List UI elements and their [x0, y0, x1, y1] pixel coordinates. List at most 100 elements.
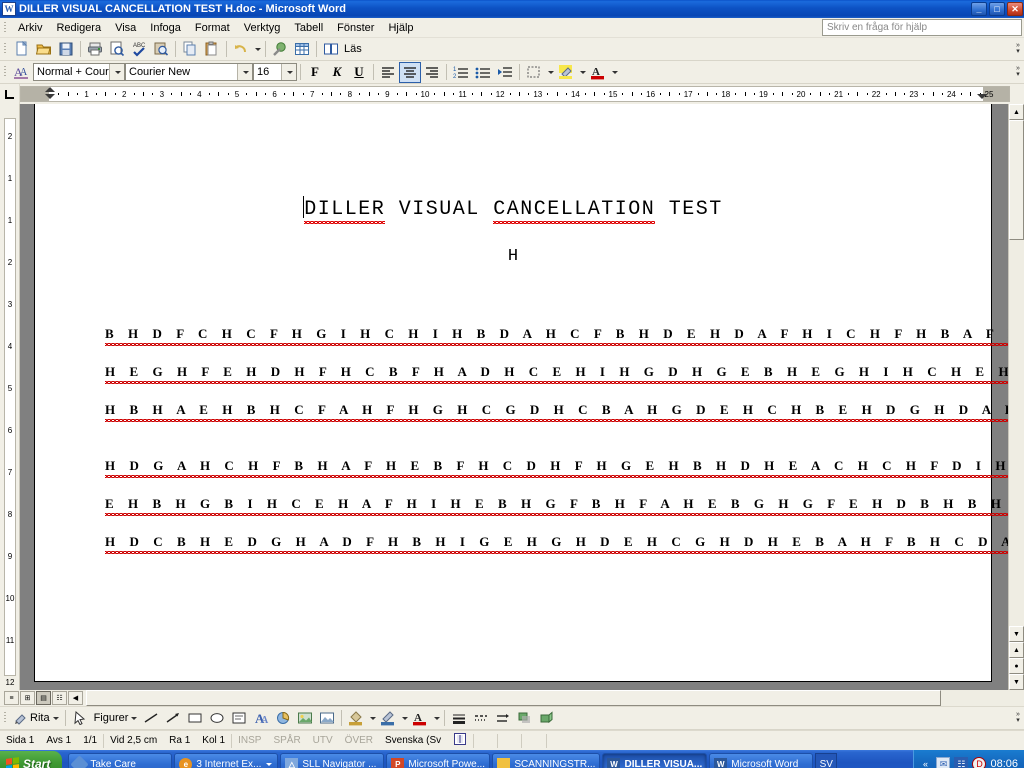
font-color-dropdown-arrow-icon[interactable] — [609, 62, 619, 83]
tab-stop-selector[interactable] — [0, 84, 20, 104]
taskbar-item-take-care[interactable]: Take Care — [68, 753, 173, 768]
status-language[interactable]: Svenska (Sv — [379, 735, 447, 746]
vertical-scrollbar-thumb[interactable] — [1009, 120, 1024, 240]
language-bar-button[interactable]: SV — [815, 753, 838, 768]
status-mode-over[interactable]: ÖVER — [339, 735, 379, 746]
align-center-icon[interactable] — [399, 61, 421, 83]
oval-icon[interactable] — [206, 708, 228, 729]
menu-grip[interactable] — [1, 20, 9, 36]
bulleted-list-icon[interactable] — [472, 62, 494, 83]
letter-row[interactable]: H B H A E H B H C F A H F H G H C G D H … — [35, 402, 1008, 422]
taskbar-item-microsoft-word[interactable]: W Microsoft Word — [709, 753, 814, 768]
numbered-list-icon[interactable]: 12 — [450, 62, 472, 83]
arrow-icon[interactable] — [162, 708, 184, 729]
font-color-icon[interactable]: A — [587, 62, 609, 83]
undo-dropdown-arrow-icon[interactable] — [252, 39, 262, 60]
3d-style-icon[interactable] — [536, 708, 558, 729]
menu-format[interactable]: Format — [188, 20, 237, 36]
letter-row[interactable]: E H B H G B I H C E H A F H I H E B H G … — [35, 496, 1008, 516]
open-folder-icon[interactable] — [33, 39, 55, 60]
network-icon[interactable]: ☷ — [954, 757, 969, 768]
print-preview-icon[interactable] — [106, 39, 128, 60]
previous-page-button[interactable]: ▲ — [1009, 642, 1024, 658]
research-icon[interactable] — [150, 39, 172, 60]
bold-button[interactable]: F — [304, 62, 326, 83]
line-style-icon[interactable] — [448, 708, 470, 729]
highlight-dropdown-arrow-icon[interactable] — [577, 62, 587, 83]
spellcheck-icon[interactable]: ABC — [128, 39, 150, 60]
draw-dropdown-arrow-icon[interactable] — [52, 716, 59, 720]
menu-fonster[interactable]: Fönster — [330, 20, 381, 36]
scroll-up-button[interactable]: ▲ — [1009, 104, 1024, 120]
formatting-toolbar-overflow-button[interactable]: » ▾ — [1012, 62, 1024, 83]
horizontal-scrollbar-track[interactable] — [86, 690, 1024, 706]
new-document-icon[interactable] — [11, 39, 33, 60]
right-indent-marker[interactable] — [977, 94, 987, 99]
vertical-scrollbar[interactable]: ▲ ▼ ▲ ● ▼ — [1008, 104, 1024, 690]
font-dropdown-arrow-icon[interactable] — [237, 64, 252, 80]
font-combobox[interactable]: Courier New — [125, 63, 253, 81]
document-page[interactable]: DILLER VISUAL CANCELLATION TEST H B H D … — [34, 104, 1008, 682]
taskbar-item-internet-explorer[interactable]: e 3 Internet Ex... — [174, 753, 279, 768]
taskbar-item-diller-visual[interactable]: W DILLER VISUA... — [602, 753, 708, 768]
increase-indent-icon[interactable] — [494, 62, 516, 83]
select-browse-object-button[interactable]: ● — [1009, 658, 1024, 674]
font-color-dropdown-arrow-icon[interactable] — [431, 708, 441, 729]
document-subtitle[interactable]: H — [35, 247, 991, 266]
draw-menu-button[interactable]: Rita — [11, 711, 62, 725]
line-color-icon[interactable] — [377, 708, 399, 729]
autoshapes-menu-button[interactable]: Figurer — [91, 712, 141, 724]
font-size-combobox[interactable]: 16 — [253, 63, 297, 81]
clipart-icon[interactable] — [294, 708, 316, 729]
letter-row[interactable]: H D C B H E D G H A D F H B H I G E H G … — [35, 534, 1008, 554]
standard-toolbar-overflow-button[interactable]: » ▾ — [1012, 39, 1024, 60]
standard-toolbar-grip[interactable] — [1, 41, 9, 57]
taskbar-item-scanningstr[interactable]: SCANNINGSTR... — [492, 753, 601, 768]
maximize-button[interactable]: □ — [989, 2, 1005, 16]
next-page-button[interactable]: ▼ — [1009, 674, 1024, 690]
borders-icon[interactable] — [523, 62, 545, 83]
mail-icon[interactable]: ✉ — [936, 757, 951, 768]
scroll-down-button[interactable]: ▼ — [1009, 626, 1024, 642]
italic-button[interactable]: K — [326, 62, 348, 83]
spellcheck-status-icon[interactable] — [447, 732, 473, 749]
normal-view-button[interactable]: ≡ — [4, 691, 19, 705]
outline-view-button[interactable]: ☷ — [52, 691, 67, 705]
rectangle-icon[interactable] — [184, 708, 206, 729]
menu-visa[interactable]: Visa — [108, 20, 143, 36]
horizontal-ruler[interactable]: 1 2 3 4 5 6 7 8 9 10 11 12 13 14 15 16 17 18 19 20 21 22 23 24 2… — [20, 86, 1010, 102]
drawing-toolbar-overflow-button[interactable]: » ▾ — [1012, 708, 1024, 729]
hanging-indent-marker[interactable] — [45, 94, 55, 99]
reading-view-button[interactable]: ◀ — [68, 691, 83, 705]
reading-layout-icon[interactable] — [320, 39, 342, 60]
taskbar-group-arrow-icon[interactable] — [266, 762, 273, 766]
letter-row[interactable]: H D G A H C H F B H A F H E B F H C D H … — [35, 458, 1008, 478]
shadow-style-icon[interactable] — [514, 708, 536, 729]
start-button[interactable]: Start — [0, 751, 63, 768]
vertical-ruler[interactable]: 2 1 1 2 3 4 5 6 7 8 9 10 11 12 — [0, 104, 20, 690]
line-icon[interactable] — [140, 708, 162, 729]
letter-row[interactable]: H E G H F E H D H F H C B F H A D H C E … — [35, 364, 1008, 384]
font-color-icon[interactable]: A — [409, 708, 431, 729]
menu-arkiv[interactable]: Arkiv — [11, 20, 49, 36]
reading-layout-label[interactable]: Läs — [342, 43, 364, 55]
highlight-icon[interactable] — [555, 62, 577, 83]
status-mode-utv[interactable]: UTV — [307, 735, 339, 746]
align-left-icon[interactable] — [377, 62, 399, 83]
status-mode-spar[interactable]: SPÅR — [267, 735, 306, 746]
picture-icon[interactable] — [316, 708, 338, 729]
document-canvas[interactable]: DILLER VISUAL CANCELLATION TEST H B H D … — [20, 104, 1008, 690]
insert-table-icon[interactable] — [291, 39, 313, 60]
menu-verktyg[interactable]: Verktyg — [237, 20, 288, 36]
vertical-scrollbar-track[interactable] — [1009, 240, 1024, 626]
taskbar-clock[interactable]: 08:06 — [990, 758, 1018, 768]
select-objects-icon[interactable] — [69, 708, 91, 729]
copy-icon[interactable] — [179, 39, 201, 60]
taskbar-item-powerpoint[interactable]: P Microsoft Powe... — [386, 753, 491, 768]
insert-hyperlink-icon[interactable] — [269, 39, 291, 60]
menu-hjalp[interactable]: Hjälp — [381, 20, 420, 36]
fill-color-icon[interactable] — [345, 708, 367, 729]
taskbar-item-sll-navigator[interactable]: △ SLL Navigator ... — [280, 753, 385, 768]
chevrons-icon[interactable]: « — [918, 757, 932, 768]
autoshapes-dropdown-arrow-icon[interactable] — [131, 716, 138, 720]
